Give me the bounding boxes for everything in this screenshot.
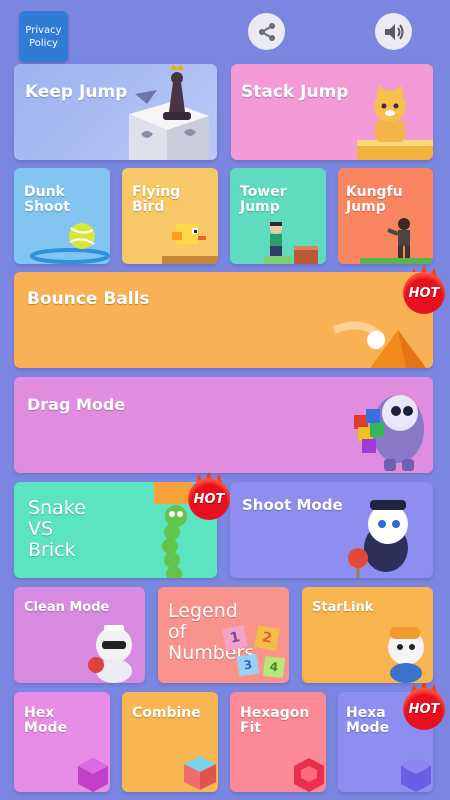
sound-button[interactable] [375,13,412,50]
tile-label: Hexagon Fit [240,705,310,736]
hot-badge: HOT [403,272,445,314]
tile-label: Bounce Balls [27,289,150,309]
starlink-mascot-illustration [388,627,424,683]
chess-king-cube-illustration [129,64,209,160]
cleaner-mascot-illustration [88,625,132,683]
number-block: 4 [263,656,285,678]
tile-starlink[interactable]: StarLink [302,587,433,683]
tile-label: Stack Jump [241,82,349,102]
tile-drag-mode[interactable]: Drag Mode [14,377,433,473]
combine-cube-illustration [184,756,216,790]
tower-jumper-illustration [264,222,318,264]
privacy-label-line2: Policy [29,37,58,49]
tile-hexagon-fit[interactable]: Hexagon Fit [230,692,326,792]
tile-label: Flying Bird [132,184,181,215]
hexagon-gem-illustration [294,758,324,792]
tile-hex-mode[interactable]: Hex Mode [14,692,110,792]
tile-snake-vs-brick[interactable]: Snake VS Brick [14,482,217,578]
bouncing-ball-illustration [332,321,426,368]
tile-keep-jump[interactable]: Keep Jump [14,64,217,160]
tile-stack-jump[interactable]: Stack Jump [231,64,433,160]
robot-with-blocks-illustration [354,395,424,471]
speaker-icon [384,23,403,40]
hexagon-block-illustration [78,758,108,792]
tile-flying-bird[interactable]: Flying Bird [122,168,218,264]
tile-tower-jump[interactable]: Tower Jump [230,168,326,264]
tile-label: Kungfu Jump [346,184,403,215]
shooter-mascot-illustration [348,500,408,578]
tile-dunk-shoot[interactable]: Dunk Shoot [14,168,110,264]
flappy-bird-illustration [162,224,218,264]
tile-label: Tower Jump [240,184,287,215]
tile-bounce-balls[interactable]: Bounce Balls [14,272,433,368]
privacy-policy-button[interactable]: Privacy Policy [19,11,68,62]
share-icon [258,22,275,41]
tile-label: Drag Mode [27,395,126,414]
tile-label: Combine [132,705,201,721]
tile-label: Hexa Mode [346,705,390,736]
hot-badge: HOT [403,688,445,730]
hot-badge: HOT [188,478,230,520]
share-button[interactable] [248,13,285,50]
basketball-hoop-illustration [30,223,110,264]
number-block: 3 [236,653,260,677]
hexa-block-illustration [401,758,431,792]
tile-label: Snake VS Brick [28,497,86,561]
tile-label: Shoot Mode [242,496,343,514]
tile-legend-of-numbers[interactable]: Legend of Numbers 1 2 3 4 [158,587,289,683]
number-block: 1 [221,624,249,652]
tile-label: Dunk Shoot [24,184,70,215]
tile-label: Hex Mode [24,705,68,736]
tile-label: StarLink [312,600,374,615]
tile-combine[interactable]: Combine [122,692,218,792]
kungfu-fighter-illustration [360,218,433,264]
number-block: 2 [254,625,280,651]
tile-shoot-mode[interactable]: Shoot Mode [230,482,433,578]
privacy-label-line1: Privacy [25,24,62,36]
tile-clean-mode[interactable]: Clean Mode [14,587,145,683]
orange-cat-illustration [357,84,433,160]
tile-label: Clean Mode [24,600,110,615]
tile-kungfu-jump[interactable]: Kungfu Jump [338,168,433,264]
